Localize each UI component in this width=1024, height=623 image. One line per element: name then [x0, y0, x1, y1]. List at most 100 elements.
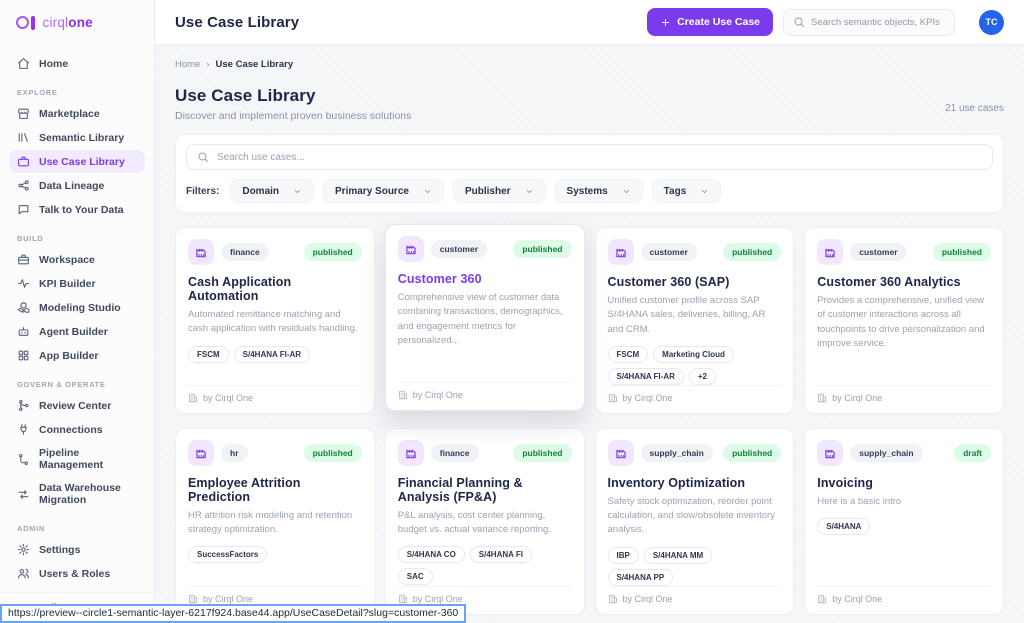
sidebar-item-label: Talk to Your Data [39, 204, 124, 216]
create-use-case-button[interactable]: Create Use Case [647, 8, 773, 36]
system-pill: S/4HANA PP [608, 569, 674, 586]
use-case-card[interactable]: supply_chaindraftInvoicingHere is a basi… [804, 428, 1004, 615]
sidebar-item-label: Users & Roles [39, 568, 110, 580]
system-pill: S/4HANA [817, 518, 870, 535]
use-case-search-input[interactable] [217, 152, 982, 163]
sidebar-item-workspace[interactable]: Workspace [9, 248, 145, 271]
publisher-label: by Cirql One [203, 393, 253, 403]
factory-icon [398, 236, 424, 262]
domain-tag: customer [431, 240, 487, 258]
use-case-description: P&L analysis, cost center planning, budg… [398, 509, 572, 538]
system-pill: SAC [398, 568, 433, 585]
use-case-card[interactable]: customerpublishedCustomer 360 AnalyticsP… [804, 227, 1004, 414]
use-case-card[interactable]: customerpublishedCustomer 360Comprehensi… [385, 224, 585, 411]
publisher-label: by Cirql One [413, 390, 463, 400]
filter-publisher[interactable]: Publisher [453, 179, 546, 203]
filter-systems[interactable]: Systems [555, 179, 643, 203]
use-case-description: Safety stock optimization, reorder point… [608, 495, 782, 538]
sidebar-item-app-builder[interactable]: App Builder [9, 344, 145, 367]
use-case-description: Unified customer profile across SAP S/4H… [608, 294, 782, 337]
card-header: hrpublished [188, 440, 362, 466]
use-case-card[interactable]: customer published Customer 360 (SAP) Unifi… [595, 227, 795, 414]
logo-text: cirqlone [43, 15, 93, 30]
status-badge: published [723, 243, 781, 261]
filter-primary-source[interactable]: Primary Source [323, 179, 444, 203]
sidebar-item-label: Marketplace [39, 108, 100, 120]
sidebar-item-talk-to-your-data[interactable]: Talk to Your Data [9, 198, 145, 221]
system-pill: S/4HANA FI-AR [234, 346, 310, 363]
sidebar-item-label: Connections [39, 424, 103, 436]
use-case-count: 21 use cases [945, 103, 1004, 122]
card-header: supply_chaindraft [817, 440, 991, 466]
use-case-description: Automated remittance matching and cash a… [188, 308, 362, 337]
use-case-title[interactable]: Invoicing [817, 476, 991, 490]
status-badge: published [304, 444, 362, 462]
app-logo[interactable]: cirqlone [0, 0, 154, 42]
sidebar-item-semantic-library[interactable]: Semantic Library [9, 126, 145, 149]
systems-list: FSCMMarketing CloudS/4HANA FI-AR+2 [608, 346, 782, 385]
notifications-bell-icon[interactable] [965, 20, 969, 24]
plug-icon [17, 423, 30, 436]
publisher-label: by Cirql One [413, 594, 463, 604]
filters-label: Filters: [186, 186, 219, 197]
filter-domain[interactable]: Domain [230, 179, 314, 203]
sidebar-section-title: EXPLORE [17, 88, 137, 97]
chevron-down-icon [622, 187, 631, 196]
factory-icon [817, 239, 843, 265]
use-case-title[interactable]: Employee Attrition Prediction [188, 476, 362, 504]
sidebar-item-connections[interactable]: Connections [9, 418, 145, 441]
sidebar-nav: HomeEXPLOREMarketplaceSemantic LibraryUs… [0, 42, 154, 592]
sidebar-item-agent-builder[interactable]: Agent Builder [9, 320, 145, 343]
sidebar-item-review-center[interactable]: Review Center [9, 394, 145, 417]
use-case-card[interactable]: supply_chainpublished Inventory Optimizat… [595, 428, 795, 615]
use-case-title[interactable]: Financial Planning & Analysis (FP&A) [398, 476, 572, 504]
card-header: financepublished [398, 440, 572, 466]
sidebar-item-label: Review Center [39, 400, 111, 412]
user-avatar[interactable]: TC [979, 10, 1004, 35]
building-icon [608, 393, 618, 403]
use-case-title[interactable]: Customer 360 [398, 272, 572, 286]
sidebar-item-pipeline-management[interactable]: Pipeline Management [9, 442, 145, 476]
sidebar-item-home[interactable]: Home [9, 52, 145, 75]
page-header: Use Case Library Discover and implement … [175, 86, 1004, 122]
system-pill: Marketing Cloud [653, 346, 734, 363]
factory-icon [817, 440, 843, 466]
filter-tags[interactable]: Tags [652, 179, 722, 203]
building-icon [608, 594, 618, 604]
sidebar-item-settings[interactable]: Settings [9, 538, 145, 561]
publisher: by Cirql One [608, 385, 782, 403]
sidebar-item-use-case-library[interactable]: Use Case Library [9, 150, 145, 173]
use-case-title[interactable]: Inventory Optimization [608, 476, 782, 490]
sidebar-item-marketplace[interactable]: Marketplace [9, 102, 145, 125]
use-case-card[interactable]: hrpublished Employee Attrition Prediction… [175, 428, 375, 615]
systems-list: FSCMS/4HANA FI-AR [188, 346, 362, 363]
sidebar-section-title: ADMIN [17, 524, 137, 533]
use-case-card[interactable]: financepublished Financial Planning & Ana… [385, 428, 585, 615]
publisher: by Cirql One [398, 382, 572, 400]
card-header: supply_chainpublished [608, 440, 782, 466]
sidebar-item-data-warehouse-migration[interactable]: Data Warehouse Migration [9, 477, 145, 511]
use-case-card[interactable]: financepublishedCash Application Automat… [175, 227, 375, 414]
breadcrumb-home[interactable]: Home [175, 59, 200, 70]
global-search-input[interactable] [811, 17, 945, 28]
sidebar-item-kpi-builder[interactable]: KPI Builder [9, 272, 145, 295]
card-header: customerpublished [817, 239, 991, 265]
systems-list: S/4HANA COS/4HANA FISAC [398, 546, 572, 585]
sidebar-item-users-roles[interactable]: Users & Roles [9, 562, 145, 585]
sidebar-section-title: GOVERN & OPERATE [17, 380, 137, 389]
sidebar-item-modeling-studio[interactable]: Modeling Studio [9, 296, 145, 319]
use-case-title[interactable]: Cash Application Automation [188, 275, 362, 303]
domain-tag: customer [641, 243, 697, 261]
card-header: customerpublished [398, 236, 572, 262]
card-header: customer published [608, 239, 782, 265]
use-case-grid: financepublished Cash Application Automat… [175, 227, 1004, 623]
use-case-title[interactable]: Customer 360 Analytics [817, 275, 991, 289]
status-badge: published [723, 444, 781, 462]
sidebar-item-data-lineage[interactable]: Data Lineage [9, 174, 145, 197]
use-case-title[interactable]: Customer 360 (SAP) [608, 275, 782, 289]
publisher-label: by Cirql One [832, 393, 882, 403]
sidebar-item-label: Data Warehouse Migration [39, 482, 137, 506]
cubes-icon [17, 301, 30, 314]
link-preview-statusbar: https://preview--circle1-semantic-layer-… [0, 604, 466, 623]
grid-icon [17, 349, 30, 362]
